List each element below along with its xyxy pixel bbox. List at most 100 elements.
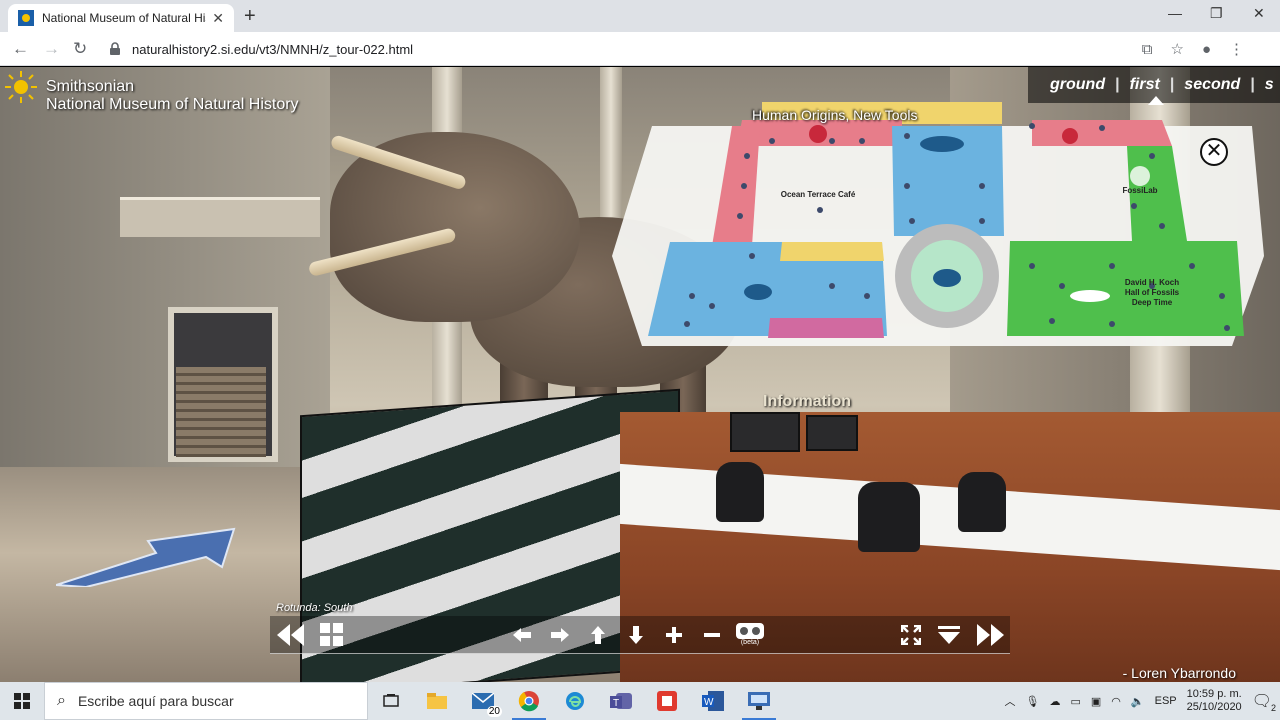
floor-next-link[interactable]: s bbox=[1265, 76, 1274, 94]
floor-ground-link[interactable]: ground bbox=[1050, 76, 1105, 94]
bookmark-star-icon[interactable]: ☆ bbox=[1170, 40, 1183, 58]
svg-text:W: W bbox=[704, 697, 714, 708]
floor-second-link[interactable]: second bbox=[1184, 76, 1240, 94]
map-zone-yellow bbox=[780, 242, 884, 261]
microphone-icon[interactable]: 🎙 bbox=[1026, 695, 1040, 708]
hand-tools-icon[interactable] bbox=[809, 125, 827, 143]
map-zone-magenta[interactable] bbox=[768, 318, 884, 338]
tray-chevron-up-icon[interactable]: ︿ bbox=[1005, 693, 1016, 709]
browser-menu-icon[interactable]: ⋮ bbox=[1229, 40, 1244, 58]
logo-line2: National Museum of Natural History bbox=[46, 96, 299, 113]
task-view-icon[interactable] bbox=[368, 682, 414, 720]
chair bbox=[958, 472, 1006, 532]
whale-icon[interactable] bbox=[920, 136, 964, 152]
edge-icon[interactable] bbox=[552, 682, 598, 720]
profile-avatar-icon[interactable]: ● bbox=[1202, 41, 1211, 58]
floor-first-link[interactable]: first bbox=[1130, 76, 1160, 94]
zoom-out-icon[interactable] bbox=[698, 616, 726, 654]
url-text: naturalhistory2.si.edu/vt3/NMNH/z_tour-0… bbox=[132, 41, 414, 57]
map-label-fossil-hall: David H. Koch Hall of Fossils Deep Time bbox=[1112, 278, 1192, 308]
maximize-button[interactable]: ❐ bbox=[1210, 5, 1223, 22]
map-label-fossilab: FossiLab bbox=[1122, 186, 1158, 195]
human-origins-icon[interactable] bbox=[1062, 128, 1078, 144]
back-arrow-icon[interactable]: ← bbox=[12, 39, 29, 59]
floor-separator: | bbox=[1169, 76, 1175, 93]
teams-icon[interactable]: T bbox=[598, 682, 644, 720]
battery-icon[interactable]: ▭ bbox=[1070, 695, 1080, 708]
onedrive-cloud-icon[interactable]: ☁ bbox=[1049, 695, 1060, 708]
forward-arrow-icon[interactable]: → bbox=[43, 39, 60, 59]
monitor bbox=[806, 415, 858, 451]
taskbar-clock[interactable]: 10:59 p. m. 25/10/2020 bbox=[1187, 688, 1242, 714]
floor-map[interactable] bbox=[612, 96, 1264, 362]
dinosaur-icon[interactable] bbox=[1070, 290, 1110, 302]
new-tab-button[interactable]: + bbox=[244, 5, 256, 28]
start-button[interactable] bbox=[0, 682, 44, 720]
svg-text:T: T bbox=[613, 698, 619, 709]
pan-up-icon[interactable] bbox=[584, 616, 612, 654]
monitor bbox=[730, 412, 800, 452]
lion-icon[interactable] bbox=[744, 284, 772, 300]
elephant-map-icon[interactable] bbox=[933, 269, 961, 287]
chrome-icon[interactable] bbox=[506, 682, 552, 720]
file-explorer-icon[interactable] bbox=[414, 682, 460, 720]
tour-control-bar: (beta) bbox=[270, 616, 1010, 654]
clock-time: 10:59 p. m. bbox=[1186, 688, 1242, 700]
fossil-icon[interactable] bbox=[1130, 166, 1150, 186]
map-hover-tooltip: Human Origins, New Tools bbox=[752, 107, 918, 123]
word-icon[interactable]: W bbox=[690, 682, 736, 720]
navigation-arrow-icon[interactable] bbox=[56, 527, 236, 587]
left-wall bbox=[0, 67, 330, 467]
pan-right-icon[interactable] bbox=[546, 616, 574, 654]
vr-mode-button[interactable]: (beta) bbox=[732, 616, 768, 654]
language-indicator[interactable]: ESP bbox=[1155, 695, 1177, 707]
floor-separator: | bbox=[1115, 76, 1120, 93]
mail-icon[interactable]: 20 bbox=[460, 682, 506, 720]
map-zone-pink[interactable] bbox=[1032, 120, 1172, 146]
windows-taskbar: ⌕ Escribe aquí para buscar 20 T W ︿ 🎙 ☁ … bbox=[0, 682, 1280, 720]
taskbar-search[interactable]: ⌕ Escribe aquí para buscar bbox=[44, 682, 368, 720]
pan-down-icon[interactable] bbox=[622, 616, 650, 654]
zoom-in-icon[interactable] bbox=[660, 616, 688, 654]
chair bbox=[716, 462, 764, 522]
hide-controls-icon[interactable] bbox=[934, 616, 964, 654]
screen-recorder-icon[interactable] bbox=[644, 682, 690, 720]
tab-close-icon[interactable]: ✕ bbox=[212, 10, 224, 27]
pan-left-icon[interactable] bbox=[508, 616, 536, 654]
volume-icon[interactable]: 🔈 bbox=[1131, 695, 1145, 708]
smithsonian-logo[interactable]: Smithsonian National Museum of Natural H… bbox=[4, 70, 299, 114]
url-field[interactable]: naturalhistory2.si.edu/vt3/NMNH/z_tour-0… bbox=[104, 36, 1244, 62]
floor-separator: | bbox=[1250, 76, 1255, 93]
network-icon[interactable]: ▣ bbox=[1091, 695, 1101, 708]
thumbnails-grid-icon[interactable] bbox=[316, 616, 348, 654]
search-placeholder: Escribe aquí para buscar bbox=[77, 693, 234, 709]
lock-icon bbox=[110, 42, 120, 55]
clock-date: 25/10/2020 bbox=[1186, 701, 1242, 713]
fossil-hall-line1: David H. Koch bbox=[1124, 278, 1180, 287]
fullscreen-icon[interactable] bbox=[896, 616, 926, 654]
photo-credit: - Loren Ybarrondo bbox=[1122, 665, 1236, 681]
close-map-button[interactable]: ✕ bbox=[1200, 138, 1228, 166]
vr-beta-label: (beta) bbox=[740, 639, 760, 646]
elephant-head bbox=[330, 132, 580, 322]
minimize-button[interactable]: — bbox=[1168, 5, 1182, 21]
reload-icon[interactable]: ↻ bbox=[73, 39, 87, 59]
close-window-button[interactable]: ✕ bbox=[1253, 5, 1265, 22]
map-label-ocean-cafe: Ocean Terrace Café bbox=[780, 190, 856, 199]
next-scene-icon[interactable] bbox=[974, 616, 1008, 654]
previous-scene-icon[interactable] bbox=[274, 616, 308, 654]
remote-desktop-icon[interactable] bbox=[736, 682, 782, 720]
tab-title: National Museum of Natural Histo bbox=[42, 11, 207, 25]
notification-count: 2 bbox=[1270, 703, 1276, 713]
fossil-hall-line3: Deep Time bbox=[1131, 298, 1173, 307]
wifi-icon[interactable]: ◠ bbox=[1111, 695, 1121, 708]
vr-headset-icon bbox=[736, 623, 764, 639]
browser-tab[interactable]: National Museum of Natural Histo ✕ bbox=[8, 4, 234, 32]
smithsonian-favicon-icon bbox=[18, 10, 34, 26]
information-sign: Information bbox=[763, 393, 851, 410]
location-label: Rotunda: South bbox=[276, 602, 353, 614]
translate-icon[interactable]: ⧉ bbox=[1142, 41, 1153, 58]
windows-logo-icon bbox=[14, 693, 30, 709]
chair bbox=[858, 482, 920, 552]
notification-center-icon[interactable]: 🗨 2 bbox=[1252, 691, 1276, 713]
